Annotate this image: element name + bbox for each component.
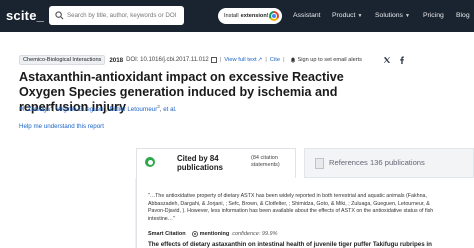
nav-solutions[interactable]: Solutions ▼ [375, 12, 410, 19]
author-link[interactable]: Virginie Gueguen [56, 106, 104, 113]
nav-solutions-label: Solutions [375, 12, 403, 19]
external-link-icon: ↗ [257, 57, 263, 63]
citation-statements-count: (84 citation statements) [251, 155, 280, 168]
nav-product[interactable]: Product ▼ [332, 12, 362, 19]
et-al-link[interactable]: et al. [163, 106, 176, 113]
facebook-icon[interactable] [398, 56, 406, 64]
chrome-icon [269, 11, 279, 21]
author-link[interactable]: Didier Letourneur [109, 106, 157, 113]
help-understand-link[interactable]: Help me understand this report [19, 123, 104, 130]
search-icon [55, 11, 64, 20]
separator: | [265, 57, 267, 63]
confidence-score: confidence: 99.9% [232, 231, 278, 237]
mentioning-icon [191, 231, 198, 237]
scite-logo[interactable]: scite_ [6, 8, 44, 23]
tab-cited-by[interactable]: Cited by 84 publications (84 citation st… [136, 148, 296, 178]
citing-paper-title[interactable]: The effects of dietary astaxanthin on in… [148, 241, 474, 248]
twitter-icon[interactable] [383, 56, 391, 64]
cite-link[interactable]: Cite [270, 57, 280, 63]
journal-badge[interactable]: Chemico-Biological Interactions [19, 55, 106, 65]
top-navigation: scite_ Install extension! Assistant Prod… [0, 0, 474, 32]
citation-classification: Smart Citation mentioning confidence: 99… [148, 230, 278, 238]
chevron-down-icon: ▼ [357, 13, 363, 19]
references-count: References 136 publications [329, 158, 425, 167]
paper-meta: Chemico-Biological Interactions 2018 DOI… [19, 55, 362, 65]
view-full-text-link[interactable]: View full text [224, 57, 256, 63]
publication-year: 2018 [109, 56, 124, 64]
author-link[interactable]: M. Zuluaga [19, 106, 50, 113]
install-label-bold: extension! [240, 13, 269, 19]
left-sidebar [0, 178, 136, 248]
doi: DOI: 10.1016/j.cbi.2017.11.012 [126, 57, 209, 63]
install-extension-button[interactable]: Install extension! [218, 8, 282, 24]
search-box[interactable] [49, 6, 184, 25]
document-icon [315, 158, 324, 169]
nav-assistant[interactable]: Assistant [293, 12, 321, 19]
mentioning-label: mentioning [199, 231, 230, 237]
smart-citation-label: Smart Citation [148, 231, 186, 237]
citation-quote: "…The antioxidative property of dietary … [148, 193, 434, 222]
nav-pricing[interactable]: Pricing [423, 12, 444, 19]
email-alerts-link[interactable]: Sign up to set email alerts [298, 57, 362, 63]
author-list: M. Zuluaga1, Virginie Gueguen2, Didier L… [19, 104, 177, 113]
bell-icon [290, 57, 295, 63]
tab-references[interactable]: References 136 publications [304, 148, 474, 178]
citation-icon [145, 157, 155, 167]
nav-product-label: Product [332, 12, 356, 19]
install-label: Install [224, 13, 239, 19]
separator: | [219, 57, 222, 63]
search-input[interactable] [67, 8, 181, 23]
chevron-down-icon: ▼ [404, 13, 410, 19]
separator: | [283, 57, 285, 63]
copy-icon[interactable] [210, 57, 217, 63]
nav-blog[interactable]: Blog [456, 12, 470, 19]
cited-by-count: Cited by 84 publications [177, 154, 223, 172]
